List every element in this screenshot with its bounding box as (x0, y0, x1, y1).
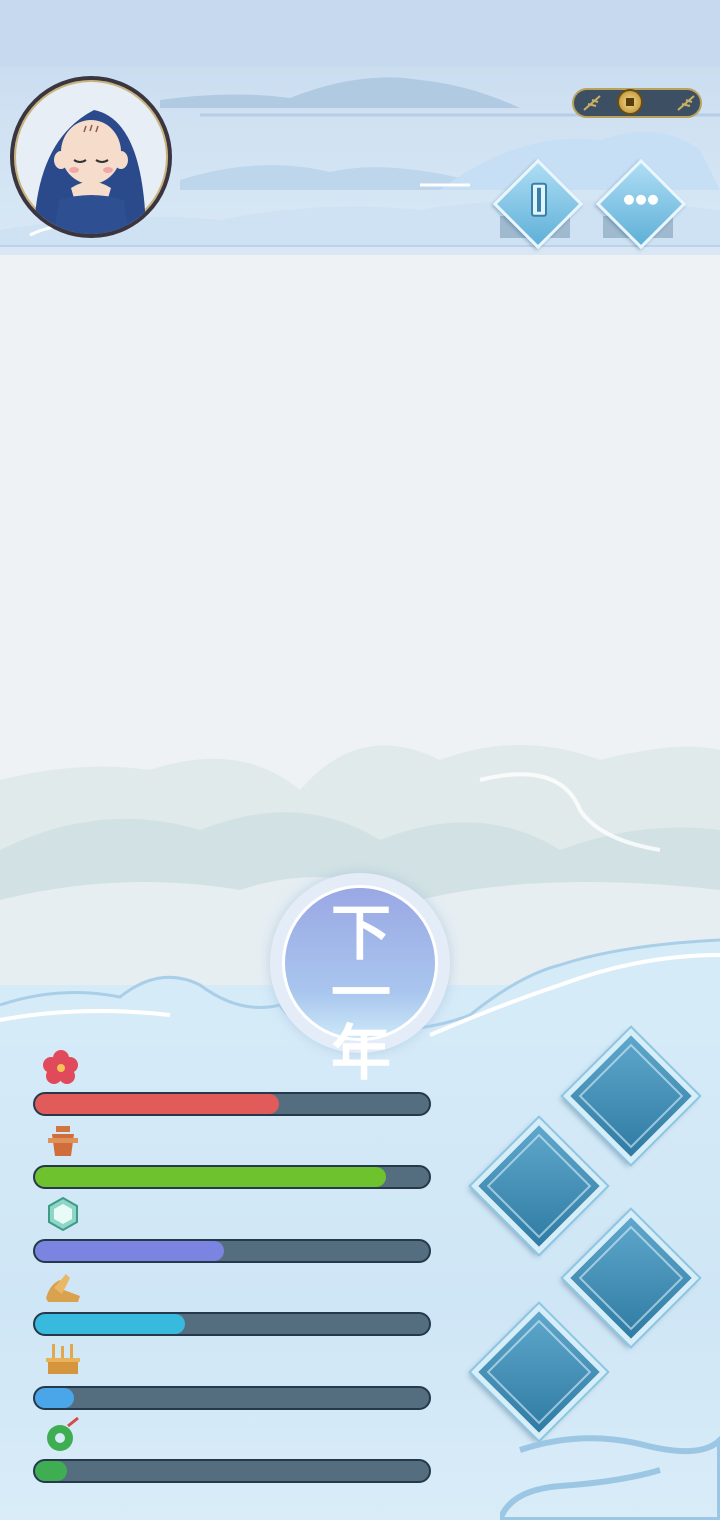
bell-icon (44, 1122, 82, 1160)
stat-bar (33, 1459, 431, 1483)
stat-fill (35, 1388, 75, 1408)
stat-bar (33, 1165, 431, 1189)
wave-decoration (500, 1435, 720, 1520)
stat-fill (35, 1314, 185, 1334)
jade-pendant-icon (44, 1416, 82, 1454)
stat-bar (33, 1386, 431, 1410)
flower-icon (42, 1048, 80, 1086)
shoes-icon (44, 1270, 82, 1308)
avatar[interactable] (10, 76, 172, 238)
stat-bar (33, 1312, 431, 1336)
next-year-circle: 下一年 (282, 885, 438, 1084)
bamboo-left-icon (583, 95, 601, 111)
incense-burner-icon (44, 1342, 82, 1380)
stat-bar (33, 1092, 431, 1116)
stat-bar (33, 1239, 431, 1263)
more-dots-icon (624, 194, 658, 205)
header-bottom-border (0, 245, 720, 255)
header-band (0, 0, 720, 66)
stat-fill (35, 1461, 67, 1481)
stat-fill (35, 1167, 386, 1187)
mirror-icon (44, 1196, 82, 1234)
scroll-icon (531, 182, 547, 217)
stat-fill (35, 1094, 280, 1114)
bamboo-right-icon (677, 95, 695, 111)
copper-coin-icon (617, 89, 643, 115)
next-year-button[interactable]: 下一年 (270, 873, 450, 1084)
stat-fill (35, 1241, 225, 1261)
monk-avatar-icon (34, 110, 146, 234)
next-year-label: 下一年 (331, 899, 395, 1089)
